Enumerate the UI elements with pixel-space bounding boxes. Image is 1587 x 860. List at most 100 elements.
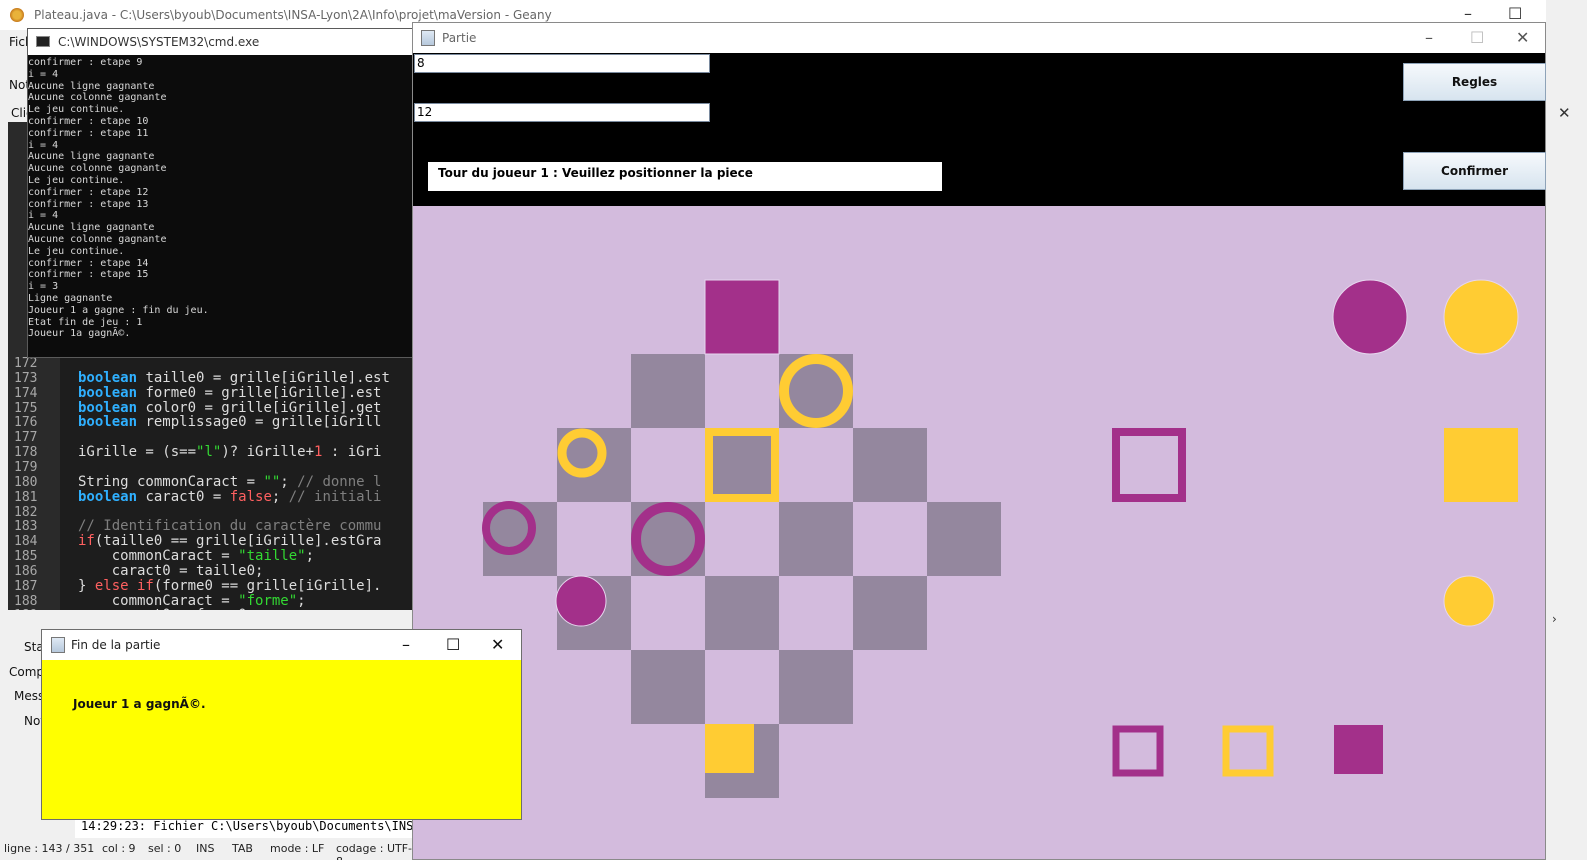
cmd-title-bar: C:\WINDOWS\SYSTEM32\cmd.exe — [28, 29, 412, 55]
console-line: Joueur 1 a gagne : fin du jeu. — [28, 304, 209, 316]
reserve-yellow-square-large-filled[interactable] — [1444, 428, 1518, 502]
code-text: caract0 = forme0; — [78, 608, 255, 610]
console-line: Aucune ligne gagnante — [28, 80, 155, 92]
cmd-window: C:\WINDOWS\SYSTEM32\cmd.exe confirmer : … — [27, 28, 413, 358]
reserve-purple-circle-large-filled[interactable] — [1332, 279, 1408, 355]
maximize-icon[interactable]: ☐ — [1508, 4, 1522, 23]
line-number: 188 — [14, 593, 38, 609]
minimize-icon[interactable]: – — [1464, 4, 1472, 23]
code-token: : iGri — [322, 444, 382, 461]
minimize-icon[interactable]: – — [1425, 28, 1433, 47]
close-tab-icon[interactable]: ✕ — [1558, 104, 1571, 122]
reserve-yellow-circle-large-filled[interactable] — [1443, 279, 1519, 355]
input-field-2[interactable]: 12 — [414, 103, 710, 122]
code-text: boolean remplissage0 = grille[iGrill — [78, 415, 381, 430]
piece-purple-circle-small-filled[interactable] — [555, 575, 607, 627]
code-token: "taille" — [238, 548, 306, 565]
reserve-yellow-square-small-hollow[interactable] — [1222, 725, 1274, 777]
line-number: 180 — [14, 474, 38, 490]
reserve-purple-square-large-hollow[interactable] — [1112, 428, 1186, 502]
code-token: // donne l — [297, 473, 382, 490]
cmd-app-icon — [36, 36, 50, 47]
line-number: 183 — [14, 519, 38, 535]
code-token: boolean — [78, 384, 138, 401]
status-sel: sel : 0 — [148, 842, 182, 855]
code-token: "" — [263, 473, 281, 490]
console-line: i = 3 — [28, 281, 59, 293]
code-token: )? iGrille+ — [221, 444, 315, 461]
code-token: boolean — [78, 369, 138, 386]
board-cell[interactable] — [705, 576, 779, 650]
line-number: 177 — [14, 430, 38, 446]
code-token: // Identification du caractère commu — [78, 518, 382, 535]
fin-dialog: Fin de la partie – ☐ ✕ Joueur 1 a gagnÃ©… — [41, 629, 522, 820]
partie-window: Partie – ☐ ✕ 8 12 Regles Confirmer Tour … — [412, 22, 1546, 860]
line-number: 173 — [14, 370, 38, 386]
board-cell[interactable] — [631, 650, 705, 724]
code-token: caract0 = forme0; — [78, 607, 255, 610]
piece-yellow-circle-large-hollow[interactable] — [779, 354, 853, 428]
console-line: i = 4 — [28, 68, 59, 80]
line-number: 176 — [14, 415, 38, 431]
board-cell[interactable] — [779, 650, 853, 724]
console-line: confirmer : etape 9 — [28, 57, 143, 68]
reserve-yellow-circle-small-filled[interactable] — [1443, 575, 1495, 627]
board-cell[interactable] — [853, 428, 927, 502]
piece-purple-circle-small-hollow[interactable] — [482, 501, 536, 555]
board-cell[interactable] — [779, 502, 853, 576]
fin-dialog-title: Fin de la partie — [71, 638, 161, 652]
console-line: confirmer : etape 11 — [28, 127, 149, 139]
status-line: ligne : 143 / 351 — [4, 842, 95, 855]
piece-yellow-square-large-hollow[interactable] — [705, 428, 779, 502]
confirmer-button[interactable]: Confirmer — [1403, 152, 1546, 190]
maximize-icon[interactable]: ☐ — [446, 635, 460, 654]
console-line: Aucune colonne gagnante — [28, 163, 167, 175]
code-token: String commonCaract = — [78, 473, 264, 490]
code-text: caract0 = taille0; — [78, 563, 264, 579]
board-cell[interactable] — [853, 576, 927, 650]
piece-purple-square-large-filled[interactable] — [704, 279, 780, 355]
console-line: Le jeu continue. — [28, 245, 125, 257]
scroll-right-icon[interactable]: › — [1552, 612, 1557, 626]
close-icon[interactable]: ✕ — [1516, 28, 1529, 47]
reserve-purple-square-small-filled[interactable] — [1334, 725, 1383, 774]
board-cell[interactable] — [927, 502, 1001, 576]
board-cell[interactable] — [631, 354, 705, 428]
code-token: ; — [297, 592, 306, 609]
code-text: boolean taille0 = grille[iGrille].est — [78, 369, 390, 386]
line-number: 175 — [14, 400, 38, 416]
console-output: confirmer : etape 9i = 4 Aucune ligne gag… — [28, 57, 412, 340]
line-number: 186 — [14, 563, 38, 579]
line-number: 189 — [14, 608, 37, 610]
partie-title-bar: Partie – ☐ ✕ — [413, 23, 1545, 53]
console-line: Joueur 1a gagnÃ©. — [28, 328, 131, 340]
cmd-window-title: C:\WINDOWS\SYSTEM32\cmd.exe — [58, 35, 260, 49]
code-token: "forme" — [238, 592, 298, 609]
close-icon[interactable]: ✕ — [491, 635, 504, 654]
side-tab-messages[interactable]: Mess — [14, 689, 44, 703]
code-token: forme0 = grille[iGrille].est — [137, 384, 382, 401]
code-text: boolean caract0 = false; // initiali — [78, 488, 381, 505]
line-number: 184 — [14, 534, 38, 550]
piece-purple-circle-large-hollow[interactable] — [631, 502, 705, 576]
reserve-purple-square-small-hollow[interactable] — [1112, 725, 1164, 777]
piece-yellow-square-small-filled[interactable] — [705, 724, 754, 773]
piece-yellow-circle-small-hollow[interactable] — [557, 428, 607, 478]
code-text: boolean color0 = grille[iGrille].get — [78, 400, 381, 416]
line-number: 181 — [14, 489, 38, 505]
code-token: iGrille = (s== — [78, 444, 197, 461]
minimize-icon[interactable]: – — [402, 635, 410, 654]
code-token: ; — [271, 488, 289, 505]
geany-app-icon — [10, 8, 24, 22]
geany-window-title: Plateau.java - C:\Users\byoub\Documents\… — [34, 8, 552, 22]
regles-button[interactable]: Regles — [1403, 63, 1546, 101]
code-token: else if — [94, 577, 154, 594]
winner-message: Joueur 1 a gagnÃ©. — [73, 697, 206, 711]
code-text: String commonCaract = ""; // donne l — [78, 473, 382, 490]
status-mode: mode : LF — [270, 842, 325, 855]
input-field-1[interactable]: 8 — [414, 54, 710, 73]
console-line: confirmer : etape 12 — [28, 186, 149, 198]
code-text: if(taille0 == grille[iGrille].estGra — [78, 534, 381, 549]
console-line: Aucune ligne gagnante — [28, 151, 155, 163]
maximize-icon[interactable]: ☐ — [1470, 28, 1484, 47]
